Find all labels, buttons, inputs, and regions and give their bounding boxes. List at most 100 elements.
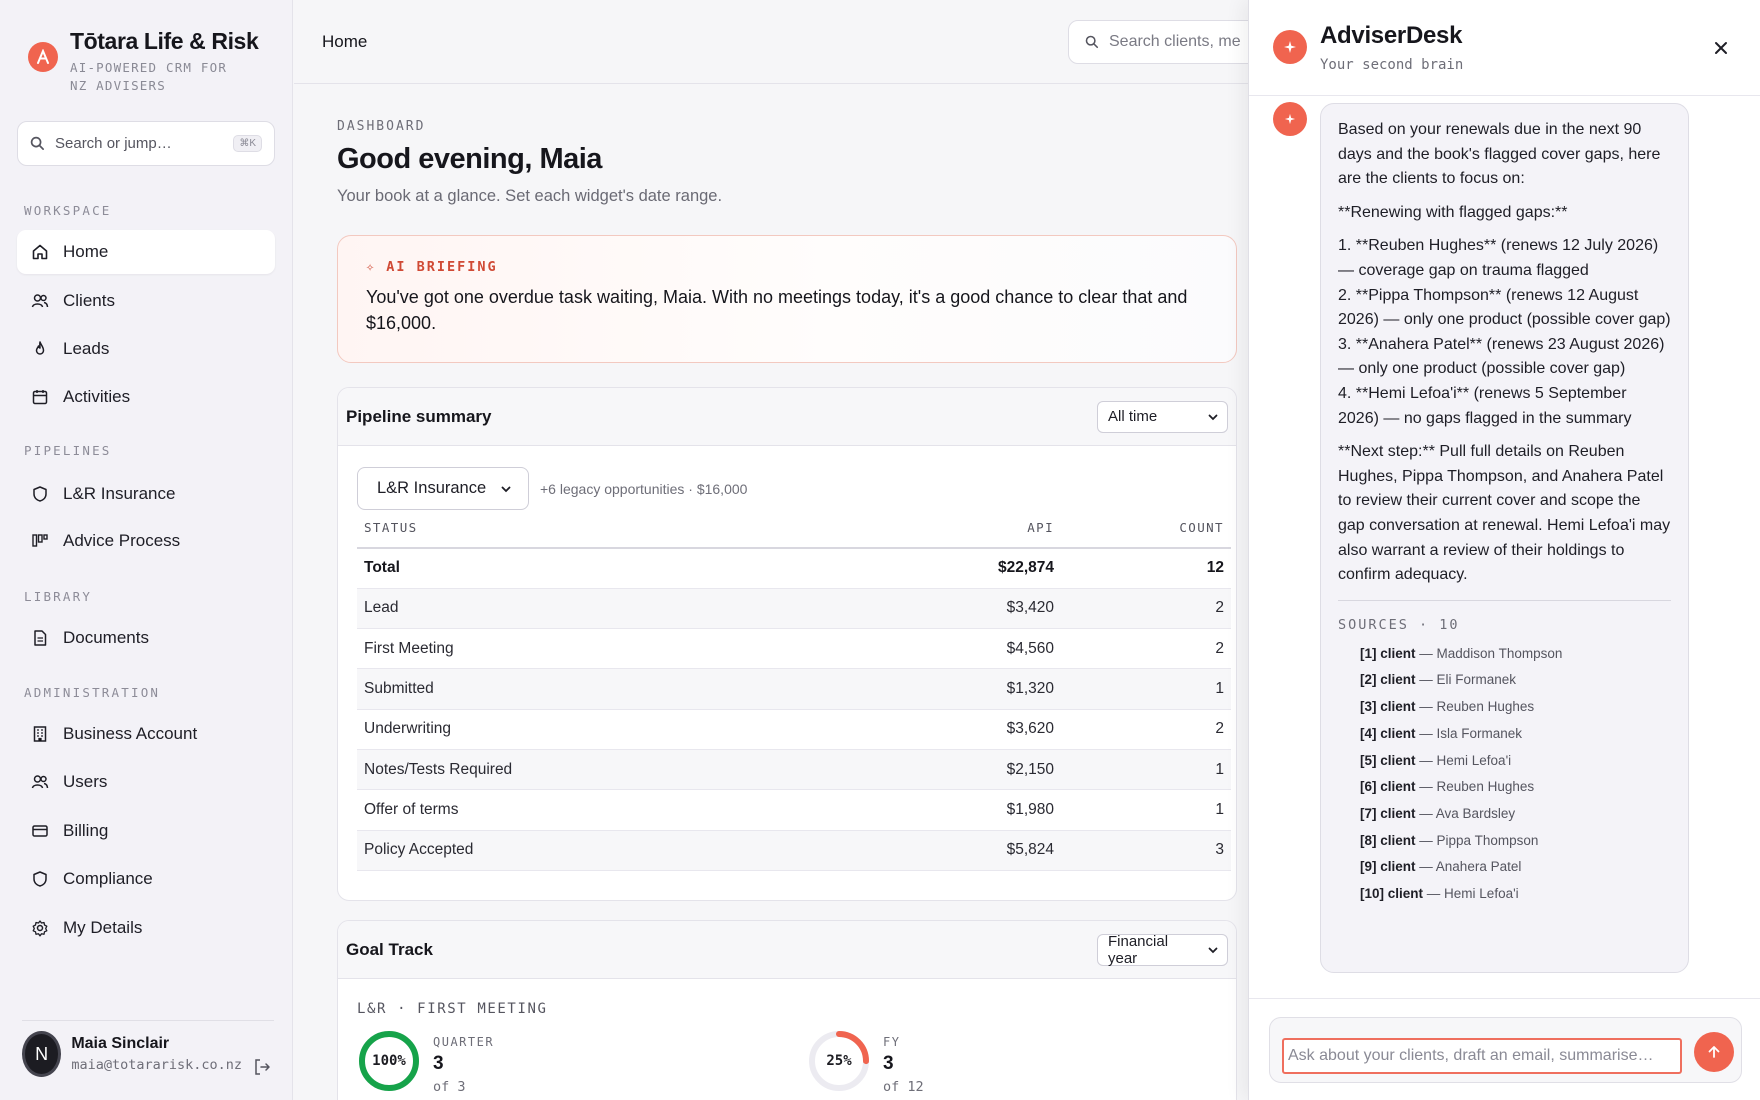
assistant-avatar-icon [1273, 102, 1307, 136]
source-ref: [6] client [1360, 779, 1416, 795]
message-list-item: 3. **Anahera Patel** (renews 23 August 2… [1338, 335, 1665, 378]
document-icon [30, 628, 50, 648]
sidebar-item-advice-process[interactable]: Advice Process [17, 519, 275, 563]
source-link[interactable]: [2] client — Eli Formanek [1360, 667, 1671, 694]
sidebar-item-billing[interactable]: Billing [17, 809, 275, 853]
sparkle-icon [1273, 30, 1307, 64]
pipeline-table: STATUS API COUNT Total $22,874 12 Lead $3… [357, 508, 1231, 871]
user-name: Maia Sinclair [71, 1035, 170, 1052]
goal-range-select[interactable]: Financial year [1097, 933, 1228, 967]
progress-percent: 25% [826, 1053, 852, 1069]
pipeline-select-dropdown[interactable]: L&R Insurance [357, 467, 529, 510]
table-row[interactable]: Lead $3,420 2 [357, 588, 1231, 630]
shield-icon [30, 484, 50, 504]
table-row[interactable]: Policy Accepted $5,824 3 [357, 830, 1231, 871]
gear-icon [30, 918, 50, 938]
table-row-total: Total $22,874 12 [357, 548, 1231, 589]
goal-period-label: QUARTER [433, 1035, 495, 1049]
source-ref: [2] client [1360, 672, 1416, 688]
panel-header: AdviserDesk Your second brain [1249, 0, 1760, 96]
progress-percent: 100% [372, 1053, 406, 1069]
page-eyebrow: DASHBOARD [337, 119, 426, 134]
column-header-status: STATUS [357, 508, 849, 549]
cell-count: 12 [1061, 548, 1231, 589]
logout-icon[interactable] [252, 1057, 272, 1090]
user-card: N Maia Sinclair maia@totararisk.co.nz [22, 1020, 274, 1090]
select-value: All time [1108, 408, 1158, 425]
pipeline-range-select[interactable]: All time [1097, 400, 1228, 433]
calendar-icon [30, 387, 50, 407]
source-ref: [1] client [1360, 645, 1416, 661]
cell-count: 2 [1061, 588, 1231, 630]
sidebar-item-clients[interactable]: Clients [17, 279, 275, 323]
source-ref: [8] client [1360, 832, 1416, 848]
message-list-item: 1. **Reuben Hughes** (renews 12 July 202… [1338, 237, 1659, 279]
ai-briefing-line-1: You've got one overdue task waiting, Mai… [366, 287, 1188, 307]
source-name: — Hemi Lefoa'i [1419, 752, 1512, 768]
panel-subtitle: Your second brain [1320, 57, 1464, 73]
sidebar-item-leads[interactable]: Leads [17, 327, 275, 371]
source-link[interactable]: [10] client — Hemi Lefoa'i [1360, 881, 1671, 908]
source-link[interactable]: [7] client — Ava Bardsley [1360, 801, 1671, 828]
sidebar-item-label: Clients [63, 291, 115, 310]
sidebar-item-label: Billing [63, 821, 109, 840]
sidebar-item-business-account[interactable]: Business Account [17, 712, 275, 756]
cell-count: 3 [1061, 830, 1231, 871]
sidebar-item-my-details[interactable]: My Details [17, 906, 275, 950]
cell-api: $1,980 [848, 789, 1061, 831]
source-ref: [4] client [1360, 725, 1416, 741]
source-link[interactable]: [4] client — Isla Formanek [1360, 721, 1671, 748]
source-link[interactable]: [5] client — Hemi Lefoa'i [1360, 748, 1671, 775]
avatar[interactable]: N [22, 1031, 62, 1077]
cell-status: Total [357, 548, 849, 589]
ai-briefing-line-2: $16,000. [366, 313, 437, 333]
table-row[interactable]: Underwriting $3,620 2 [357, 709, 1231, 750]
sidebar-item-users[interactable]: Users [17, 760, 275, 804]
ai-briefing-tag: ✧ AI BRIEFING [366, 259, 498, 275]
sidebar-item-label: L&R Insurance [63, 484, 176, 503]
source-ref: [9] client [1360, 859, 1416, 875]
sidebar-item-lr-insurance[interactable]: L&R Insurance [17, 472, 275, 516]
table-row[interactable]: Notes/Tests Required $2,150 1 [357, 749, 1231, 791]
message-heading: **Renewing with flagged gaps:** [1338, 203, 1568, 221]
panel-title: AdviserDesk [1320, 22, 1463, 49]
send-button[interactable] [1694, 1032, 1734, 1072]
close-icon[interactable] [1709, 36, 1733, 60]
legacy-opportunities-note[interactable]: +6 legacy opportunities · $16,000 [540, 481, 747, 497]
chat-input[interactable] [1282, 1038, 1682, 1074]
building-icon [30, 724, 50, 744]
sidebar-item-documents[interactable]: Documents [17, 616, 275, 660]
message-list-item: 4. **Hemi Lefoa'i** (renews 5 September … [1338, 384, 1632, 427]
cell-status: Policy Accepted [357, 830, 849, 871]
table-row[interactable]: Submitted $1,320 1 [357, 668, 1231, 710]
table-row[interactable]: First Meeting $4,560 2 [357, 628, 1231, 670]
goal-period-label: FY [883, 1035, 901, 1049]
source-ref: [3] client [1360, 699, 1416, 715]
ai-briefing-text: You've got one overdue task waiting, Mai… [366, 284, 1246, 336]
cell-count: 1 [1061, 789, 1231, 831]
source-link[interactable]: [1] client — Maddison Thompson [1360, 641, 1671, 668]
sidebar-item-compliance[interactable]: Compliance [17, 857, 275, 901]
goal-target: of 3 [433, 1079, 466, 1095]
column-header-count: COUNT [1061, 508, 1231, 549]
table-row[interactable]: Offer of terms $1,980 1 [357, 789, 1231, 831]
sidebar-search[interactable]: Search or jump… ⌘K [17, 121, 275, 166]
goal-quarter: 100% QUARTER 3 of 3 [357, 1029, 494, 1095]
brand-logo-icon [28, 42, 58, 72]
source-link[interactable]: [9] client — Anahera Patel [1360, 854, 1671, 881]
source-name: — Eli Formanek [1419, 672, 1517, 688]
sidebar-item-home[interactable]: Home [17, 230, 275, 274]
search-shortcut: ⌘K [233, 135, 262, 152]
source-link[interactable]: [6] client — Reuben Hughes [1360, 774, 1671, 801]
progress-ring-quarter: 100% [357, 1029, 421, 1093]
goal-fy: 25% FY 3 of 12 [807, 1029, 924, 1095]
pipeline-summary-card: Pipeline summary All time L&R Insurance … [337, 387, 1237, 901]
source-link[interactable]: [3] client — Reuben Hughes [1360, 694, 1671, 721]
top-bar: Home Search clients, me [294, 0, 1328, 84]
source-link[interactable]: [8] client — Pippa Thompson [1360, 828, 1671, 855]
sidebar-item-activities[interactable]: Activities [17, 375, 275, 419]
cell-api: $22,874 [848, 548, 1061, 589]
flame-icon [30, 339, 50, 359]
sources-section: SOURCES · 10 [1] client — Maddison Thomp… [1338, 599, 1671, 908]
sidebar-item-label: Users [63, 772, 108, 791]
